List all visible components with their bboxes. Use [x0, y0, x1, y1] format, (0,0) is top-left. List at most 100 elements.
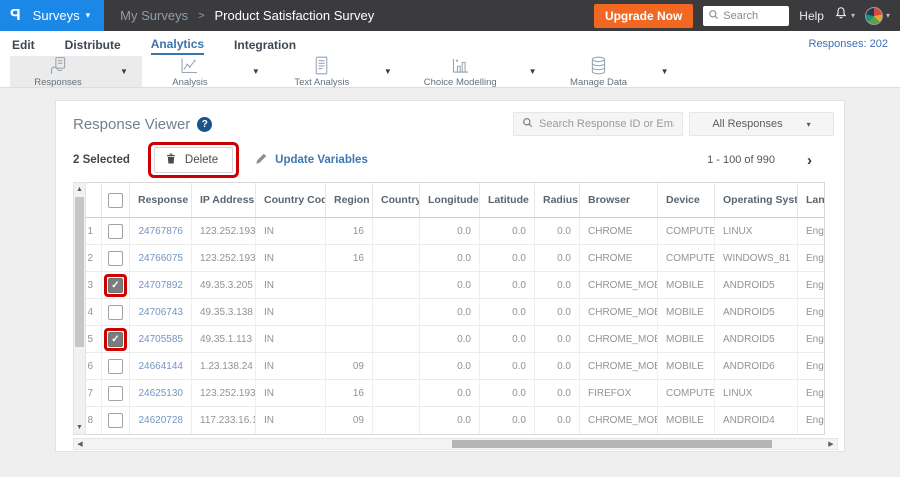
- scroll-right-icon[interactable]: ▶: [825, 439, 837, 449]
- responses-count[interactable]: Responses: 202: [809, 38, 889, 50]
- cell-operating-system: ANDROID5: [715, 272, 798, 298]
- row-checkbox-cell[interactable]: ✓: [102, 326, 130, 352]
- toolbar-responses-button[interactable]: Responses: [10, 56, 106, 88]
- cell-browser: CHROME_MOBILE: [580, 326, 658, 352]
- delete-button-label: Delete: [184, 154, 219, 166]
- cell-region: [326, 326, 373, 352]
- chevron-down-icon: ▾: [850, 11, 855, 20]
- response-search[interactable]: [513, 112, 683, 136]
- horizontal-scrollbar-thumb[interactable]: [452, 440, 772, 448]
- response-id-link[interactable]: 24620728: [130, 407, 192, 434]
- delete-button[interactable]: Delete: [153, 147, 234, 173]
- help-icon[interactable]: ?: [197, 116, 213, 132]
- row-checkbox-cell[interactable]: [102, 245, 130, 271]
- column-header-operating-system[interactable]: Operating System: [715, 183, 798, 217]
- response-search-input[interactable]: [539, 118, 674, 130]
- row-checkbox[interactable]: [108, 304, 123, 320]
- column-header-ip-address[interactable]: IP Address: [192, 183, 256, 217]
- row-checkbox[interactable]: [108, 250, 123, 266]
- response-id-link[interactable]: 24705585: [130, 326, 192, 352]
- row-checkbox-cell[interactable]: [102, 407, 130, 434]
- cell-region: 16: [326, 380, 373, 406]
- toolbar-text-analysis-caret[interactable]: ▼: [370, 56, 406, 87]
- column-header-device[interactable]: Device: [658, 183, 715, 217]
- cell-radius: 0.0: [535, 272, 580, 298]
- toolbar-choice-modelling-caret[interactable]: ▼: [515, 56, 551, 87]
- global-search[interactable]: [703, 5, 790, 26]
- row-checkbox-cell[interactable]: ✓: [102, 272, 130, 298]
- cell-latitude: 0.0: [480, 326, 535, 352]
- column-header-browser[interactable]: Browser: [580, 183, 658, 217]
- tab-integration[interactable]: Integration: [234, 34, 296, 54]
- row-checkbox[interactable]: [108, 358, 123, 374]
- row-checkbox[interactable]: [108, 413, 123, 428]
- toolbar-manage-data-caret[interactable]: ▼: [647, 56, 683, 87]
- breadcrumb-current-survey: Product Satisfaction Survey: [214, 8, 375, 23]
- column-header-label: Country: [381, 194, 420, 206]
- toolbar-analysis-button[interactable]: Analysis: [142, 56, 238, 88]
- cell-language: Eng: [806, 360, 824, 372]
- next-page-button[interactable]: ›: [807, 152, 812, 169]
- select-all-checkbox-cell[interactable]: [102, 183, 130, 217]
- vertical-scrollbar-thumb[interactable]: [75, 197, 84, 347]
- tab-analytics[interactable]: Analytics: [150, 33, 205, 55]
- column-header-longitude[interactable]: Longitude: [420, 183, 480, 217]
- column-header-response-id[interactable]: Response ID▲: [130, 183, 192, 217]
- account-menu[interactable]: ▾: [864, 6, 890, 25]
- surveys-menu[interactable]: Surveys ▾: [33, 8, 91, 23]
- cell-longitude: 0.0: [420, 245, 480, 271]
- tab-distribute[interactable]: Distribute: [65, 34, 121, 54]
- response-id-link[interactable]: 24767876: [130, 218, 192, 244]
- horizontal-scrollbar[interactable]: ◀ ▶: [73, 438, 838, 450]
- toolbar-manage-data-button[interactable]: Manage Data: [551, 55, 647, 88]
- tab-edit[interactable]: Edit: [12, 34, 35, 54]
- response-id-link[interactable]: 24625130: [130, 380, 192, 406]
- brand-area[interactable]: P Surveys ▾: [0, 0, 105, 31]
- row-checkbox-checked[interactable]: ✓: [108, 277, 123, 293]
- upgrade-now-button[interactable]: Upgrade Now: [593, 3, 694, 28]
- breadcrumb-my-surveys[interactable]: My Surveys: [120, 8, 188, 23]
- scroll-up-icon[interactable]: ▲: [74, 183, 85, 196]
- cell-country-code: IN: [256, 326, 326, 352]
- row-checkbox-cell[interactable]: [102, 380, 130, 406]
- toolbar-responses-caret[interactable]: ▼: [106, 56, 142, 87]
- select-all-checkbox[interactable]: [108, 192, 123, 208]
- response-id-link[interactable]: 24664144: [130, 353, 192, 379]
- cell-ip-address: 49.35.3.205: [192, 272, 256, 298]
- toolbar-text-analysis-button[interactable]: Text Analysis: [274, 56, 370, 88]
- row-checkbox-cell[interactable]: [102, 218, 130, 244]
- toolbar-group-responses: Responses ▼: [10, 56, 142, 88]
- manage-data-icon: [588, 55, 609, 77]
- response-id-link[interactable]: 24766075: [130, 245, 192, 271]
- column-header-label: Region: [334, 194, 370, 206]
- column-header-country-code[interactable]: Country Code: [256, 183, 326, 217]
- column-header-latitude[interactable]: Latitude: [480, 183, 535, 217]
- toolbar-group-analysis: Analysis ▼: [142, 56, 274, 88]
- responses-filter-dropdown[interactable]: All Responses ▾: [689, 112, 834, 136]
- row-checkbox[interactable]: [108, 385, 123, 401]
- column-header-language[interactable]: Lan: [798, 183, 824, 217]
- scroll-down-icon[interactable]: ▼: [74, 421, 85, 434]
- cell-browser: CHROME_MOBILE: [580, 272, 658, 298]
- toolbar-choice-modelling-button[interactable]: Choice Modelling: [406, 56, 515, 88]
- scroll-left-icon[interactable]: ◀: [74, 439, 86, 449]
- row-checkbox-checked[interactable]: ✓: [108, 331, 123, 347]
- help-link[interactable]: Help: [799, 9, 824, 23]
- notifications-menu[interactable]: ▾: [834, 6, 855, 25]
- update-variables-button[interactable]: Update Variables: [255, 152, 368, 168]
- global-search-input[interactable]: [723, 9, 784, 22]
- response-id-link[interactable]: 24707892: [130, 272, 192, 298]
- column-header-country[interactable]: Country: [373, 183, 420, 217]
- table-zone: Response ID▲IP AddressCountry Code Region…: [73, 182, 838, 450]
- cell-language: Eng: [806, 387, 824, 399]
- cell-device: COMPUTER: [658, 218, 715, 244]
- table-row: 824620728117.233.16.177IN090.00.00.0CHRO…: [74, 407, 824, 434]
- row-checkbox-cell[interactable]: [102, 353, 130, 379]
- column-header-region[interactable]: Region: [326, 183, 373, 217]
- toolbar-analysis-caret[interactable]: ▼: [238, 56, 274, 87]
- row-checkbox[interactable]: [108, 223, 123, 239]
- column-header-radius[interactable]: Radius: [535, 183, 580, 217]
- response-id-link[interactable]: 24706743: [130, 299, 192, 325]
- vertical-scrollbar[interactable]: ▲ ▼: [73, 182, 86, 435]
- row-checkbox-cell[interactable]: [102, 299, 130, 325]
